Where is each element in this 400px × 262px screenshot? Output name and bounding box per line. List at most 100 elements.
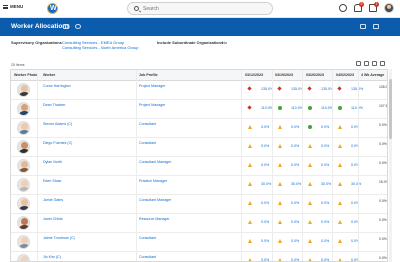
page-title: Worker Allocations [11, 23, 70, 30]
allocation-value[interactable]: 0.0% [291, 125, 299, 129]
allocation-value[interactable]: 0.0% [261, 163, 269, 167]
supervisory-org-value-2[interactable]: Consulting Services - North America Grou… [62, 45, 138, 50]
export-icon[interactable] [356, 61, 361, 66]
worker-link[interactable]: Jamie Gates [43, 198, 63, 202]
print-icon[interactable] [373, 24, 379, 29]
col-4wk-average[interactable]: 4 Wk Average [361, 73, 384, 77]
col-job-profile[interactable]: Job Profile [139, 73, 158, 77]
search-input[interactable] [143, 5, 263, 13]
job-profile-link[interactable]: Consultant [139, 122, 156, 126]
allocation-value[interactable]: 0.0% [261, 258, 269, 261]
under-allocated-icon [248, 182, 252, 186]
under-allocated-icon [278, 144, 282, 148]
job-profile-link[interactable]: Project Manager [139, 103, 165, 107]
allocation-value[interactable]: 0.0% [261, 201, 269, 205]
related-actions-icon[interactable] [63, 24, 69, 29]
allocation-value[interactable]: 0.0% [321, 201, 329, 205]
allocation-value[interactable]: 0.0% [321, 239, 329, 243]
under-allocated-icon [278, 125, 282, 129]
subordinate-orgs-value: No [222, 40, 228, 45]
inbox-badge: 1 [374, 2, 379, 7]
allocation-value[interactable]: 0.0% [321, 258, 329, 261]
allocation-value[interactable]: 0.0% [291, 239, 299, 243]
allocation-value[interactable]: 0.0% [291, 220, 299, 224]
col-week-3[interactable]: 03/26/2023 [306, 73, 324, 77]
col-worker[interactable]: Worker [43, 73, 55, 77]
grid-scrollbar[interactable] [389, 69, 392, 262]
fullscreen-icon[interactable] [380, 61, 385, 66]
workday-logo[interactable] [47, 3, 58, 14]
allocation-value[interactable]: 0.0% [291, 258, 299, 261]
under-allocated-icon [338, 239, 342, 243]
under-allocated-icon [308, 201, 312, 205]
fully-allocated-icon [278, 106, 282, 110]
worker-photo [17, 121, 30, 135]
allocation-value[interactable]: 30.0% [261, 182, 271, 186]
col-week-2[interactable]: 03/19/2023 [275, 73, 293, 77]
user-avatar[interactable] [384, 3, 394, 13]
average-value: 107.5% [379, 104, 388, 108]
menu-label: MENU [10, 4, 24, 9]
under-allocated-icon [278, 220, 282, 224]
allocation-value[interactable]: 0.0% [321, 125, 329, 129]
search-box[interactable] [127, 2, 273, 15]
under-allocated-icon [308, 258, 312, 261]
allocation-value[interactable]: 0.0% [261, 220, 269, 224]
allocation-value[interactable]: 0.0% [321, 220, 329, 224]
worker-link[interactable]: Jin Kim (C) [43, 255, 61, 259]
under-allocated-icon [278, 239, 282, 243]
job-profile-link[interactable]: Resource Manager [139, 217, 170, 221]
worker-link[interactable]: Janet Childs [43, 217, 63, 221]
allocation-value[interactable]: 0.0% [291, 201, 299, 205]
col-worker-photo[interactable]: Worker Photo [14, 73, 38, 77]
allocation-value[interactable]: 30.0% [351, 182, 361, 186]
col-week-1[interactable]: 03/12/2023 [245, 73, 263, 77]
over-allocated-icon [307, 86, 312, 91]
under-allocated-icon [308, 182, 312, 186]
under-allocated-icon [308, 144, 312, 148]
worker-link[interactable]: Steven Adams (C) [43, 122, 72, 126]
job-profile-link[interactable]: Practice Manager [139, 179, 167, 183]
job-profile-link[interactable]: Consultant [139, 236, 156, 240]
under-allocated-icon [338, 201, 342, 205]
export-excel-icon[interactable] [360, 24, 366, 29]
allocation-value[interactable]: 0.0% [261, 239, 269, 243]
over-allocated-icon [247, 105, 252, 110]
allocation-value[interactable]: 30.0% [291, 182, 301, 186]
allocation-value[interactable]: 0.0% [291, 144, 299, 148]
column-settings-icon[interactable] [372, 61, 377, 66]
allocation-value[interactable]: 0.0% [261, 144, 269, 148]
worker-photo [17, 159, 30, 173]
people-icon[interactable] [75, 24, 81, 29]
allocation-value[interactable]: 0.0% [291, 163, 299, 167]
worker-photo [17, 216, 30, 230]
allocation-value[interactable]: 0.0% [321, 144, 329, 148]
hamburger-icon [3, 4, 8, 9]
worker-link[interactable]: Conor Harrington [43, 84, 71, 88]
filter-icon[interactable] [364, 61, 369, 66]
allocation-value[interactable]: 0.0% [321, 163, 329, 167]
average-value: 0.0% [379, 237, 387, 241]
average-value: 0.0% [379, 142, 387, 146]
worker-link[interactable]: Jaime Troutman (C) [43, 236, 75, 240]
worker-link[interactable]: Diego Fuentes (C) [43, 141, 72, 145]
under-allocated-icon [338, 163, 342, 167]
menu-button[interactable]: MENU [3, 4, 23, 9]
worker-link[interactable]: Dean Thacker [43, 103, 66, 107]
worker-link[interactable]: Dylan North [43, 160, 62, 164]
allocation-value[interactable]: 110.0% [351, 106, 363, 110]
job-profile-link[interactable]: Consultant [139, 255, 156, 259]
fully-allocated-icon [338, 106, 342, 110]
job-profile-link[interactable]: Project Manager [139, 84, 165, 88]
job-profile-link[interactable]: Consultant [139, 141, 156, 145]
scrollbar-thumb[interactable] [389, 79, 392, 139]
allocation-value[interactable]: 30.0% [321, 182, 331, 186]
item-count: 25 items [11, 63, 25, 67]
chat-icon[interactable] [339, 4, 347, 12]
worker-link[interactable]: Eden Shaw [43, 179, 61, 183]
search-icon [134, 6, 139, 11]
allocation-value[interactable]: 0.0% [261, 125, 269, 129]
col-week-4[interactable]: 04/02/2023 [336, 73, 354, 77]
job-profile-link[interactable]: Consultant Manager [139, 160, 171, 164]
job-profile-link[interactable]: Consultant Manager [139, 198, 171, 202]
